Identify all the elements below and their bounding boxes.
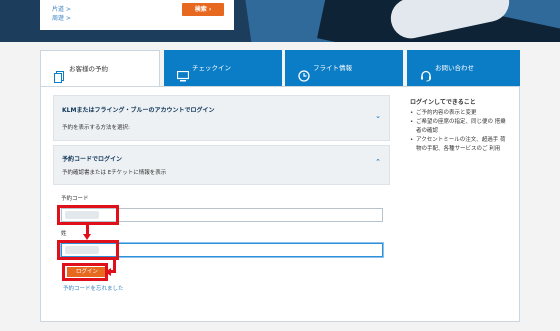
annotation-highlight-login [62,263,108,281]
search-button-label: 検索 [194,6,207,13]
benefits-title: ログインしてできること [410,99,476,106]
search-button[interactable]: 検索 › [182,3,224,16]
tab-label: お問い合わせ [435,64,474,72]
annotation-arrow-line [111,270,116,273]
accordion-title: KLMまたはフライング・ブルーのアカウントでログイン [62,107,215,114]
list-item: ご予約内容の表示と変更 [410,109,510,118]
tab-contact[interactable]: お問い合わせ [407,50,520,86]
annotation-highlight-booking-code [57,205,119,225]
main-tabs: お客様の予約 チェックイン フライト情報 お問い合わせ [40,50,520,87]
accordion-subtitle: 予約を表示する方法を選択: [62,125,130,131]
accordion-account-login[interactable]: KLMまたはフライング・ブルーのアカウントでログイン 予約を表示する方法を選択:… [53,95,390,141]
flight-search-box: 片道 > 周遊 > 検索 › [40,0,234,30]
booking-code-label: 予約コード [61,196,89,202]
tab-my-booking[interactable]: お客様の予約 [40,50,160,87]
list-item: ご希望の座席の指定、同じ便の 搭乗者の確認 [410,118,510,136]
login-benefits: ログインしてできること ご予約内容の表示と変更 ご希望の座席の指定、同じ便の 搭… [410,97,510,154]
accordion-title: 予約コードでログイン [62,156,123,163]
benefits-list: ご予約内容の表示と変更 ご希望の座席の指定、同じ便の 搭乗者の確認 アクセントミ… [410,109,510,154]
list-item: アクセントミールの注文、超過手 荷物の手配、各種サービスのご 利用 [410,136,510,154]
last-name-label: 姓 [61,231,67,237]
hero-banner: 片道 > 周遊 > 検索 › [0,0,560,42]
one-way-link[interactable]: 片道 > [52,4,71,13]
chevron-up-icon[interactable]: ⌃ [375,158,381,166]
multi-city-link[interactable]: 周遊 > [52,13,71,22]
tab-label: お客様の予約 [69,65,108,73]
forgot-booking-code-link[interactable]: 予約コードを忘れました [63,284,124,292]
chevron-down-icon[interactable]: ⌄ [375,112,381,120]
tab-check-in[interactable]: チェックイン [164,50,282,86]
annotation-highlight-last-name [57,240,119,260]
tab-flight-info[interactable]: フライト情報 [285,50,403,86]
tab-label: フライト情報 [313,64,352,72]
tab-label: チェックイン [192,64,231,72]
accordion-subtitle: 予約確認書または Eチケットに情報を表示 [62,170,167,176]
booking-panel: KLMまたはフライング・ブルーのアカウントでログイン 予約を表示する方法を選択:… [40,86,520,322]
chevron-right-icon: › [208,6,212,13]
accordion-booking-code-login[interactable]: 予約コードでログイン 予約確認書または Eチケットに情報を表示 ⌃ [53,145,390,185]
